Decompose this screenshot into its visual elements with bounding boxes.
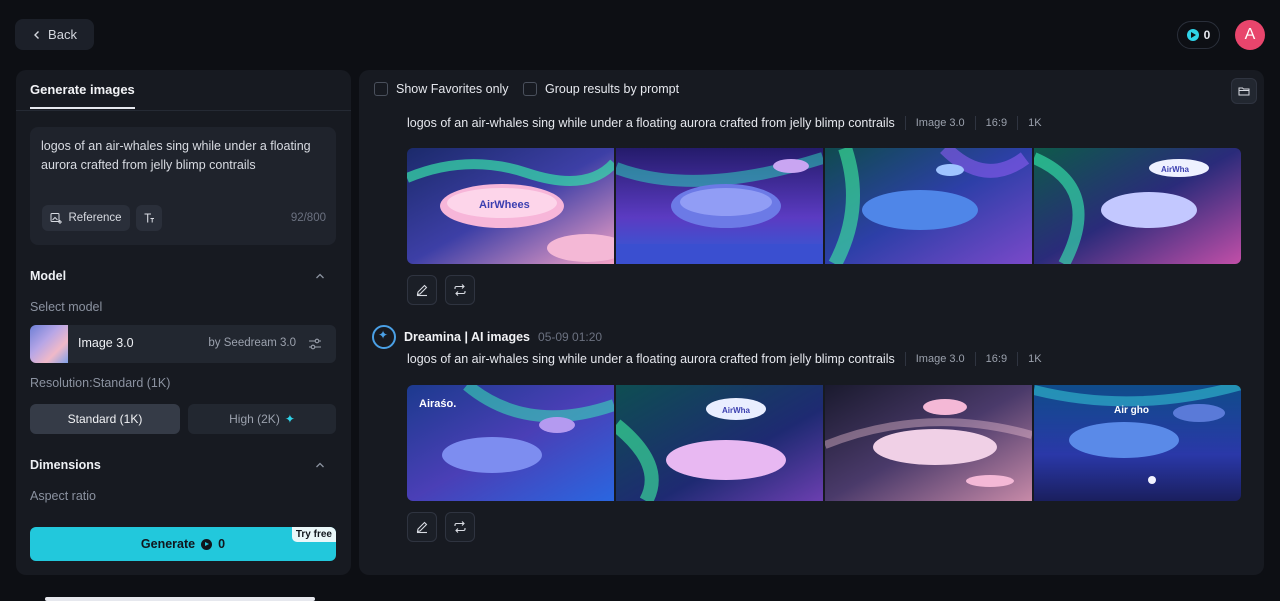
credits-badge[interactable]: 0: [1177, 21, 1220, 49]
tab-generate-images[interactable]: Generate images: [30, 82, 135, 109]
back-button[interactable]: Back: [15, 19, 94, 50]
chevron-up-icon[interactable]: [314, 270, 326, 282]
resolution-standard-button[interactable]: Standard (1K): [30, 404, 180, 434]
generated-image[interactable]: AirWha: [616, 385, 823, 501]
generate-label: Generate: [140, 537, 196, 551]
image-plus-icon: [50, 213, 63, 224]
horizontal-scrollbar[interactable]: [45, 597, 315, 601]
reference-button[interactable]: Reference: [42, 205, 130, 231]
show-favorites-label[interactable]: Show Favorites only: [396, 82, 509, 96]
regenerate-button[interactable]: [445, 275, 475, 305]
generation-prompt-line: logos of an air-whales sing while under …: [407, 116, 1042, 130]
generated-image[interactable]: AirWhees: [407, 148, 614, 264]
text-size-button[interactable]: [136, 205, 162, 231]
generated-image[interactable]: AirWha: [1034, 148, 1241, 264]
resolution-tag: 1K: [1017, 116, 1042, 130]
generate-cost: 0: [218, 537, 226, 551]
repeat-icon: [454, 521, 466, 533]
repeat-icon: [454, 284, 466, 296]
resolution-label: Resolution:Standard (1K): [30, 376, 171, 390]
pencil-icon: [416, 521, 428, 534]
model-provider: by Seedream 3.0: [208, 337, 296, 349]
regenerate-button[interactable]: [445, 512, 475, 542]
model-thumbnail: [30, 325, 68, 363]
try-free-badge: Try free: [291, 527, 336, 542]
generation-author: Dreamina | AI images: [404, 330, 531, 344]
image-logo-text: AirWhees: [479, 199, 530, 211]
generated-image[interactable]: Air gho: [1034, 385, 1241, 501]
generation-time: 05-09 01:20: [538, 330, 603, 344]
back-label: Back: [48, 27, 77, 42]
folder-icon: [1238, 87, 1250, 96]
generate-panel: Generate images logos of an air-whales s…: [16, 70, 351, 575]
model-name: Image 3.0: [78, 336, 134, 350]
chevron-up-icon[interactable]: [314, 459, 326, 471]
sliders-icon[interactable]: [308, 337, 322, 351]
char-count: 92/800: [290, 212, 326, 224]
divider: [16, 110, 351, 111]
image-logo-text: AirWha: [722, 406, 751, 415]
generated-image[interactable]: [825, 148, 1032, 264]
image-logo-text: Air gho: [1114, 405, 1149, 416]
image-row: Airaśo. AirWha Air gho: [407, 385, 1241, 501]
model-tag: Image 3.0: [904, 116, 965, 130]
dimensions-section-title: Dimensions: [30, 458, 101, 472]
standard-label: Standard (1K): [67, 412, 143, 426]
ratio-tag: 16:9: [974, 116, 1007, 130]
group-results-checkbox[interactable]: [523, 82, 537, 96]
sparkle-icon: ✦: [284, 412, 295, 426]
coin-icon: [1186, 29, 1199, 41]
prompt-input[interactable]: logos of an air-whales sing while under …: [41, 137, 326, 175]
reference-label: Reference: [68, 212, 122, 224]
model-tag: Image 3.0: [904, 352, 965, 366]
coin-icon: [201, 538, 213, 550]
model-section-title: Model: [30, 269, 67, 283]
generated-image[interactable]: [825, 385, 1032, 501]
results-panel: Show Favorites only Group results by pro…: [359, 70, 1264, 575]
text-size-icon: [144, 213, 154, 223]
generate-button[interactable]: Generate 0 Try free: [30, 527, 336, 561]
select-model-label: Select model: [30, 300, 103, 314]
folder-button[interactable]: [1231, 78, 1257, 104]
dreamina-logo-icon: [372, 325, 396, 349]
generation-prompt: logos of an air-whales sing while under …: [407, 352, 895, 366]
edit-button[interactable]: [407, 275, 437, 305]
image-row: AirWhees AirWha: [407, 148, 1241, 264]
edit-button[interactable]: [407, 512, 437, 542]
aspect-ratio-label: Aspect ratio: [30, 489, 97, 503]
pencil-icon: [416, 284, 428, 297]
resolution-high-button[interactable]: High (2K) ✦: [188, 404, 336, 434]
show-favorites-checkbox[interactable]: [374, 82, 388, 96]
credits-count: 0: [1203, 28, 1211, 42]
model-selector[interactable]: Image 3.0 by Seedream 3.0: [30, 325, 336, 363]
resolution-tag: 1K: [1017, 352, 1042, 366]
generated-image[interactable]: Airaśo.: [407, 385, 614, 501]
generation-prompt: logos of an air-whales sing while under …: [407, 116, 895, 130]
image-logo-text: AirWha: [1161, 165, 1190, 174]
chevron-left-icon: [34, 30, 40, 39]
avatar-initial: A: [1244, 26, 1256, 43]
image-logo-text: Airaśo.: [419, 398, 456, 410]
generation-prompt-line: logos of an air-whales sing while under …: [407, 352, 1042, 366]
high-label: High (2K): [229, 412, 280, 426]
avatar[interactable]: A: [1235, 20, 1265, 50]
prompt-box[interactable]: logos of an air-whales sing while under …: [30, 127, 336, 245]
generated-image[interactable]: [616, 148, 823, 264]
generation-header: Dreamina | AI images 05-09 01:20: [372, 325, 602, 349]
ratio-tag: 16:9: [974, 352, 1007, 366]
group-results-label[interactable]: Group results by prompt: [545, 82, 679, 96]
